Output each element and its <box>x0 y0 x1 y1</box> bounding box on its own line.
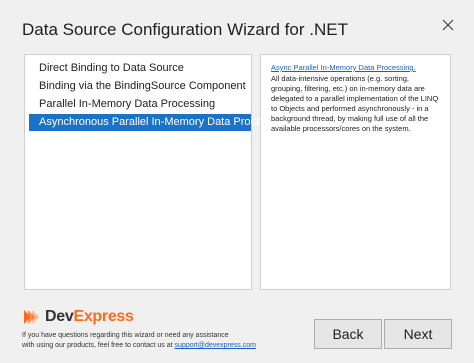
binding-options-list: Direct Binding to Data Source Binding vi… <box>24 54 288 290</box>
support-email-link[interactable]: support@devexpress.com <box>175 342 256 349</box>
list-item-async-parallel[interactable]: Asynchronous Parallel In-Memory Data Pro… <box>29 114 288 131</box>
list-item-direct-binding[interactable]: Direct Binding to Data Source <box>29 60 251 77</box>
help-line-2: with using our products, feel free to co… <box>22 341 292 351</box>
devexpress-logo: DevExpress <box>22 308 134 326</box>
help-line-2-text: with using our products, feel free to co… <box>22 342 175 349</box>
logo-text: DevExpress <box>45 308 134 326</box>
close-button[interactable] <box>436 14 460 36</box>
description-link[interactable]: Async Parallel In-Memory Data Processing… <box>271 63 441 73</box>
next-button[interactable]: Next <box>384 319 452 349</box>
close-icon <box>442 19 454 31</box>
description-text: All data-intensive operations (e.g. sort… <box>271 74 439 133</box>
help-line-1: If you have questions regarding this wiz… <box>22 332 229 339</box>
list-item-parallel[interactable]: Parallel In-Memory Data Processing <box>29 96 251 113</box>
logo-dev: Dev <box>45 308 74 325</box>
window-title: Data Source Configuration Wizard for .NE… <box>22 20 348 39</box>
list-item-bindingsource[interactable]: Binding via the BindingSource Component <box>29 78 251 95</box>
devexpress-logo-icon <box>24 310 39 324</box>
help-text: If you have questions regarding this wiz… <box>22 331 292 351</box>
wizard-window: Data Source Configuration Wizard for .NE… <box>0 0 474 363</box>
back-button[interactable]: Back <box>314 319 382 349</box>
description-panel: Async Parallel In-Memory Data Processing… <box>260 54 451 290</box>
logo-express: Express <box>73 308 134 325</box>
